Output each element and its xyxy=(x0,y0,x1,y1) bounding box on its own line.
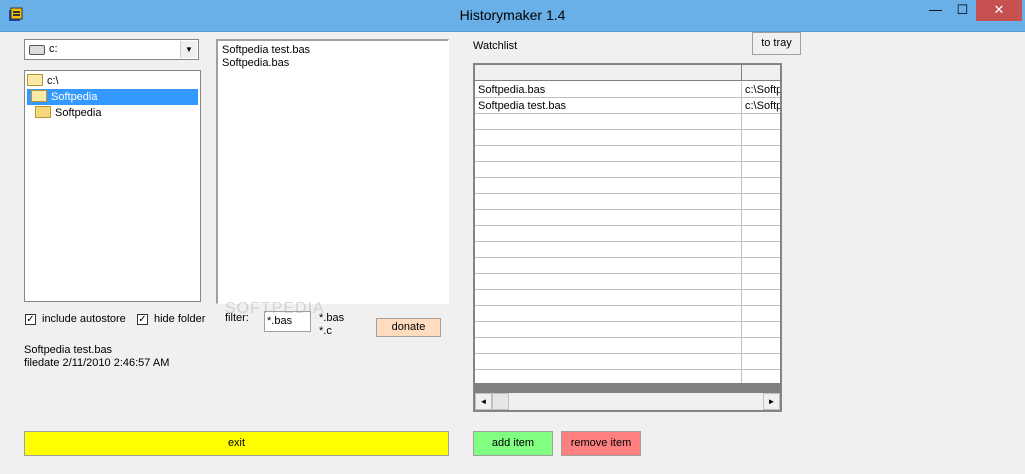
grid-cell-path[interactable] xyxy=(742,322,780,338)
grid-header-cell[interactable] xyxy=(742,65,780,81)
grid-cell-name[interactable] xyxy=(475,130,742,146)
exit-button[interactable]: exit xyxy=(24,431,449,456)
grid-cell-name[interactable] xyxy=(475,242,742,258)
selected-file-name: Softpedia test.bas xyxy=(24,344,113,356)
donate-button[interactable]: donate xyxy=(376,318,441,337)
grid-cell-name[interactable] xyxy=(475,322,742,338)
minimize-button[interactable]: — xyxy=(922,0,949,21)
grid-cell-name[interactable] xyxy=(475,178,742,194)
grid-cell-path[interactable] xyxy=(742,226,780,242)
grid-cell-path[interactable] xyxy=(742,130,780,146)
grid-cell-name[interactable]: Softpedia test.bas xyxy=(475,98,742,114)
chevron-down-icon[interactable]: ▼ xyxy=(180,41,197,58)
directory-list[interactable]: c:\ Softpedia Softpedia xyxy=(24,70,201,302)
grid-cell-name[interactable] xyxy=(475,306,742,322)
grid-cell-path[interactable] xyxy=(742,274,780,290)
grid-cell-name[interactable] xyxy=(475,226,742,242)
add-item-button[interactable]: add item xyxy=(473,431,553,456)
grid-cell-name[interactable] xyxy=(475,162,742,178)
grid-cell-name[interactable] xyxy=(475,338,742,354)
grid-cell-path[interactable] xyxy=(742,114,780,130)
grid-cell-path[interactable]: c:\Softp xyxy=(742,98,780,114)
grid-cell-path[interactable] xyxy=(742,242,780,258)
grid-cell-path[interactable] xyxy=(742,290,780,306)
close-button[interactable]: ✕ xyxy=(976,0,1022,21)
directory-item[interactable]: c:\ xyxy=(27,73,59,89)
directory-item[interactable]: Softpedia xyxy=(27,105,101,121)
scroll-thumb[interactable] xyxy=(492,393,509,410)
grid-cell-path[interactable] xyxy=(742,306,780,322)
grid-cell-path[interactable] xyxy=(742,162,780,178)
folder-open-icon xyxy=(27,74,43,87)
grid-cell-name[interactable] xyxy=(475,258,742,274)
drive-select[interactable]: c: ▼ xyxy=(24,39,199,60)
grid-cell-path[interactable] xyxy=(742,210,780,226)
include-autostore-label: include autostore xyxy=(42,313,126,325)
watchlist-grid[interactable]: Softpedia.bas c:\Softp Softpedia test.bas c… xyxy=(473,63,782,412)
file-item[interactable]: Softpedia.bas xyxy=(222,57,289,70)
grid-header-cell[interactable] xyxy=(475,65,742,81)
watchlist-label: Watchlist xyxy=(473,40,518,52)
grid-cell-name[interactable] xyxy=(475,210,742,226)
folder-icon xyxy=(35,106,51,119)
directory-item-selected[interactable]: Softpedia xyxy=(27,89,198,105)
selected-file-date: filedate 2/11/2010 2:46:57 AM xyxy=(24,357,170,369)
file-item[interactable]: Softpedia test.bas xyxy=(222,44,310,57)
window-title: Historymaker 1.4 xyxy=(459,7,566,23)
watchlist-grid-body: Softpedia.bas c:\Softp Softpedia test.bas c… xyxy=(475,65,780,383)
drive-icon xyxy=(29,45,45,55)
folder-open-icon xyxy=(31,90,47,103)
scroll-right-icon[interactable]: ► xyxy=(763,393,780,410)
grid-cell-path[interactable] xyxy=(742,194,780,210)
horizontal-scrollbar[interactable]: ◄ ► xyxy=(475,393,780,410)
filter-option-c[interactable]: *.c xyxy=(319,325,332,337)
file-list[interactable]: Softpedia test.bas Softpedia.bas xyxy=(216,39,449,304)
softpedia-watermark: SOFTPEDIA xyxy=(225,300,325,317)
grid-cell-name[interactable] xyxy=(475,290,742,306)
grid-cell-path[interactable] xyxy=(742,178,780,194)
grid-cell-path[interactable] xyxy=(742,354,780,370)
hide-folder-checkbox[interactable]: ✓ xyxy=(137,314,148,325)
include-autostore-checkbox[interactable]: ✓ xyxy=(25,314,36,325)
grid-cell-path[interactable] xyxy=(742,370,780,383)
grid-cell-name[interactable] xyxy=(475,274,742,290)
remove-item-button[interactable]: remove item xyxy=(561,431,641,456)
scroll-left-icon[interactable]: ◄ xyxy=(475,393,492,410)
grid-cell-name[interactable] xyxy=(475,194,742,210)
grid-cell-name[interactable] xyxy=(475,370,742,383)
grid-cell-name[interactable] xyxy=(475,146,742,162)
to-tray-button[interactable]: to tray xyxy=(752,32,801,55)
grid-cell-path[interactable] xyxy=(742,258,780,274)
grid-cell-name[interactable] xyxy=(475,354,742,370)
grid-cell-path[interactable] xyxy=(742,338,780,354)
hide-folder-label: hide folder xyxy=(154,313,206,325)
title-bar: Historymaker 1.4 — ☐ ✕ xyxy=(0,0,1025,32)
maximize-button[interactable]: ☐ xyxy=(949,0,976,21)
grid-cell-path[interactable] xyxy=(742,146,780,162)
drive-value: c: xyxy=(49,43,58,55)
grid-cell-name[interactable]: Softpedia.bas xyxy=(475,82,742,98)
grid-cell-name[interactable] xyxy=(475,114,742,130)
grid-cell-path[interactable]: c:\Softp xyxy=(742,82,780,98)
